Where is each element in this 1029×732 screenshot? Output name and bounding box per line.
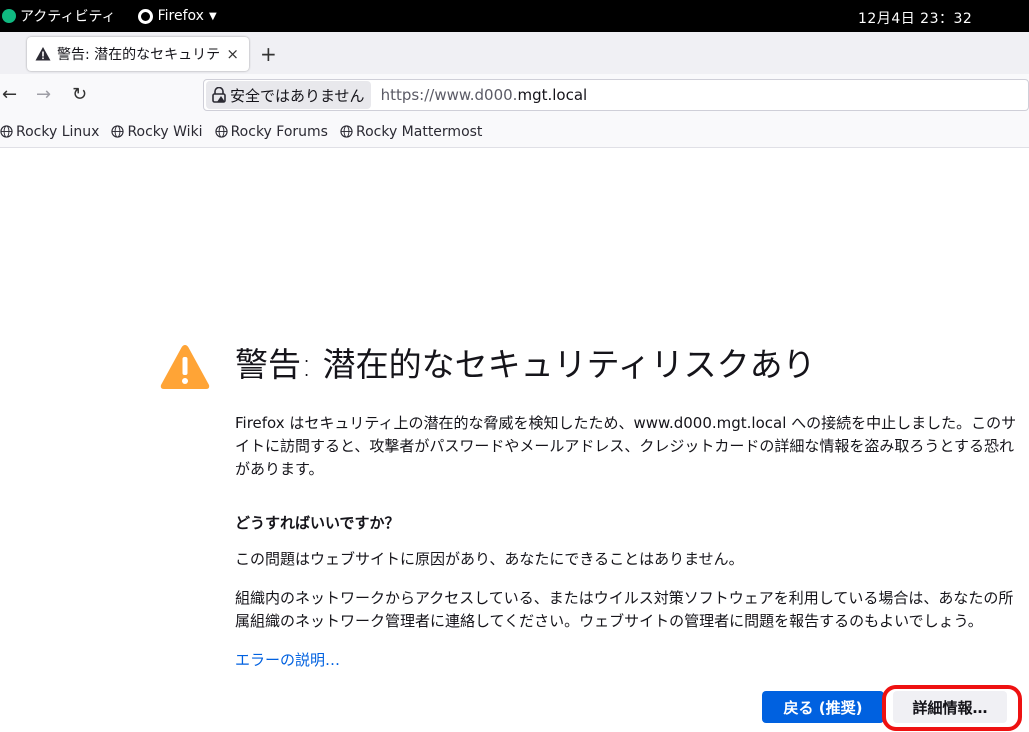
clock[interactable]: 12月4日 23：32 xyxy=(858,8,972,28)
identity-label: 安全ではありません xyxy=(230,86,365,105)
chevron-down-icon: ▼ xyxy=(208,10,217,22)
globe-icon xyxy=(0,125,13,138)
learn-more-link[interactable]: エラーの説明… xyxy=(235,649,340,670)
warning-icon xyxy=(35,47,51,61)
activities-label: アクティビティ xyxy=(20,9,116,25)
bookmark-rocky-linux[interactable]: Rocky Linux xyxy=(0,124,99,140)
site-identity-button[interactable]: 安全ではありません xyxy=(206,81,371,109)
rocky-logo-icon xyxy=(2,9,16,23)
app-menu[interactable]: Firefox ▼ xyxy=(137,8,217,24)
url-text[interactable]: https://www.d000.mgt.local xyxy=(381,86,588,104)
bookmark-label: Rocky Forums xyxy=(230,123,328,140)
bookmarks-toolbar: Rocky Linux Rocky Wiki Rocky Forums Rock… xyxy=(0,116,1029,148)
reload-button[interactable]: ↻ xyxy=(72,84,87,105)
forward-button[interactable]: → xyxy=(36,84,51,105)
what-to-do-heading: どうすればいいですか？ xyxy=(235,514,400,532)
answer-text-2: 組織内のネットワークからアクセスしている、またはウイルス対策ソフトウェアを利用し… xyxy=(235,589,1014,630)
warning-icon xyxy=(160,345,210,389)
nav-bar: ← → ↻ 安全ではありません https://www.d000.mgt.loc… xyxy=(0,74,1029,116)
url-prefix: https://www.d000. xyxy=(380,86,518,104)
new-tab-button[interactable]: + xyxy=(260,42,277,66)
bookmark-label: Rocky Wiki xyxy=(127,123,203,140)
back-button[interactable]: ← xyxy=(2,84,17,105)
globe-icon xyxy=(111,125,125,138)
bookmark-label: Rocky Mattermost xyxy=(355,123,483,140)
go-back-button[interactable]: 戻る (推奨) xyxy=(762,691,884,723)
globe-icon xyxy=(340,125,353,138)
bookmark-rocky-mattermost[interactable]: Rocky Mattermost xyxy=(340,124,482,140)
bookmark-rocky-wiki[interactable]: Rocky Wiki xyxy=(111,123,203,140)
lock-warning-icon xyxy=(212,87,226,103)
bookmark-rocky-forums[interactable]: Rocky Forums xyxy=(214,123,328,140)
error-intro: Firefox はセキュリティ上の潜在的な脅威を検知したため、www.d000.… xyxy=(235,414,1017,478)
close-icon[interactable]: × xyxy=(226,45,239,63)
tab-title: 警告: 潜在的なセキュリテ xyxy=(57,47,221,63)
url-domain: mgt.local xyxy=(517,86,588,104)
url-bar[interactable]: 安全ではありません https://www.d000.mgt.local xyxy=(203,79,1029,111)
annotation-circle xyxy=(882,685,1022,731)
tab-active[interactable]: 警告: 潜在的なセキュリテ × xyxy=(27,37,249,71)
answer-text-1: この問題はウェブサイトに原因があり、あなたにできることはありません。 xyxy=(235,550,744,568)
bookmark-label: Rocky Linux xyxy=(16,123,100,140)
app-menu-label: Firefox xyxy=(157,8,204,24)
tab-strip: 警告: 潜在的なセキュリテ × + xyxy=(0,32,1029,74)
activities-button[interactable]: アクティビティ xyxy=(2,6,116,26)
gnome-top-bar: アクティビティ Firefox ▼ 12月4日 23：32 xyxy=(0,0,1029,32)
globe-icon xyxy=(214,125,228,138)
firefox-icon xyxy=(137,8,153,24)
error-title: 警告: 潜在的なセキュリティリスクあり xyxy=(235,345,816,384)
